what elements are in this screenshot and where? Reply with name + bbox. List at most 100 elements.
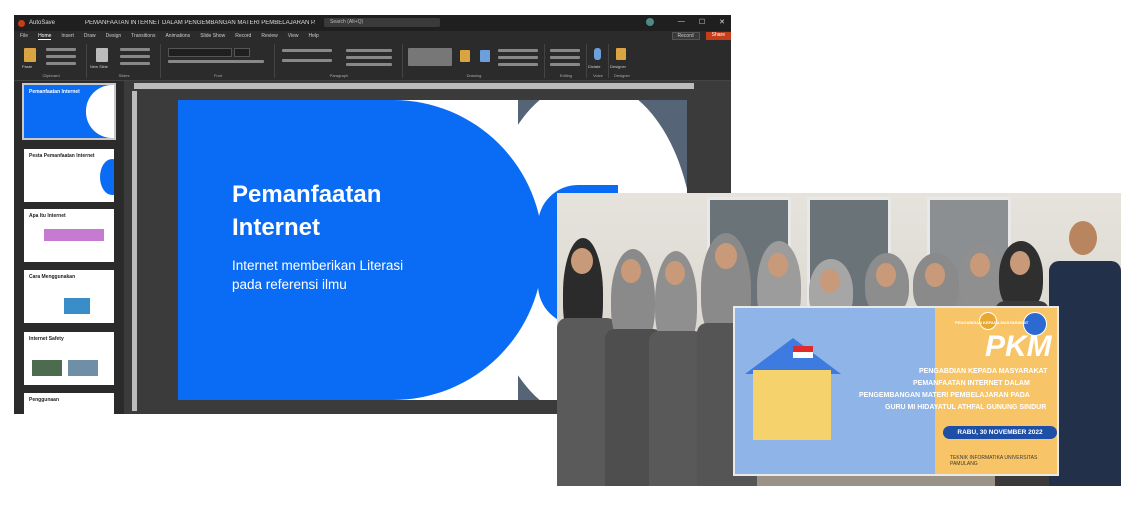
quick-styles-icon[interactable] xyxy=(480,50,490,62)
layout-icon[interactable] xyxy=(120,48,150,51)
slide-subtitle-line: pada referensi ilmu xyxy=(232,277,347,292)
ribbon: Paste Clipboard New Slide Slides Font Pa… xyxy=(14,42,731,81)
slide-thumbnail[interactable]: 5 Internet Safety xyxy=(24,332,114,385)
tab-slide-show[interactable]: Slide Show xyxy=(200,33,225,39)
paste-icon[interactable] xyxy=(24,48,36,62)
tab-insert[interactable]: Insert xyxy=(61,33,74,39)
slide-thumbnail[interactable]: 3 Apa Itu Internet xyxy=(24,209,114,262)
dictate-label[interactable]: Dictate xyxy=(588,64,600,69)
document-title: PEMANFAATAN INTERNET DALAM PENGEMBANGAN … xyxy=(85,20,315,26)
banner-date: RABU, 30 NOVEMBER 2022 xyxy=(943,426,1057,439)
person xyxy=(649,251,704,486)
slide-title-line: Pemanfaatan xyxy=(232,181,382,208)
paste-label[interactable]: Paste xyxy=(22,64,32,69)
title-bar: AutoSave PEMANFAATAN INTERNET DALAM PENG… xyxy=(14,15,731,31)
tab-help[interactable]: Help xyxy=(308,33,318,39)
autosave-label[interactable]: AutoSave xyxy=(29,20,55,26)
find-icon[interactable] xyxy=(550,49,580,52)
slide-thumbnail[interactable]: 1 Pemanfaatan Internet xyxy=(22,83,116,140)
cut-icon[interactable] xyxy=(46,48,76,51)
ribbon-group-font: Font xyxy=(162,44,275,78)
ribbon-group-paragraph: Paragraph xyxy=(276,44,403,78)
record-button[interactable]: Record xyxy=(671,32,700,40)
pkm-banner: PENGABDIAN KEPADA MASYARAKAT PKM PENGABD… xyxy=(733,306,1059,476)
house-illustration xyxy=(753,370,831,440)
tab-design[interactable]: Design xyxy=(106,33,122,39)
slide-thumbnail[interactable]: 6 Penggunaan xyxy=(24,393,114,414)
slide-title[interactable]: Pemanfaatan Internet xyxy=(232,178,482,244)
banner-small-header: PENGABDIAN KEPADA MASYARAKAT xyxy=(955,320,1029,325)
minimize-button[interactable]: — xyxy=(678,18,685,26)
tab-record[interactable]: Record xyxy=(235,33,251,39)
smartart-icon[interactable] xyxy=(346,63,392,66)
align-text-icon[interactable] xyxy=(346,56,392,59)
designer-icon[interactable] xyxy=(616,48,626,60)
ribbon-group-drawing: Drawing xyxy=(404,44,545,78)
ribbon-tabs: File Home Insert Draw Design Transitions… xyxy=(14,31,731,41)
indonesia-flag-icon xyxy=(793,346,813,358)
shapes-gallery-icon[interactable] xyxy=(408,48,452,66)
shape-effects-icon[interactable] xyxy=(498,63,538,66)
slide-thumbnail-title: Penggunaan xyxy=(29,397,60,403)
format-painter-icon[interactable] xyxy=(46,62,76,65)
maximize-button[interactable]: ☐ xyxy=(699,18,705,26)
slide-thumbnail-title: Pesta Pemanfaatan Internet xyxy=(29,153,95,159)
slide-subtitle-line: Internet memberikan Literasi xyxy=(232,258,404,273)
clipboard-group-label: Clipboard xyxy=(42,73,60,78)
list-icons[interactable] xyxy=(282,49,332,52)
tab-draw[interactable]: Draw xyxy=(84,33,96,39)
close-button[interactable]: ✕ xyxy=(719,18,725,26)
new-slide-label[interactable]: New Slide xyxy=(90,64,108,69)
font-format-icons[interactable] xyxy=(168,60,264,63)
text-direction-icon[interactable] xyxy=(346,49,392,52)
ribbon-group-clipboard: Paste Clipboard xyxy=(16,44,87,78)
shape-outline-icon[interactable] xyxy=(498,56,538,59)
drawing-group-label: Drawing xyxy=(466,73,482,78)
slide-thumbnail-title: Pemanfaatan Internet xyxy=(29,89,80,95)
powerpoint-logo-icon xyxy=(18,19,25,27)
new-slide-icon[interactable] xyxy=(96,48,108,62)
section-icon[interactable] xyxy=(120,62,150,65)
font-size-select[interactable] xyxy=(234,48,250,57)
avatar[interactable] xyxy=(646,18,654,26)
designer-label[interactable]: Designer xyxy=(610,64,626,69)
vertical-ruler xyxy=(132,91,137,411)
search-box[interactable]: Search (Alt+Q) xyxy=(324,18,440,27)
shape-fill-icon[interactable] xyxy=(498,49,538,52)
tab-animations[interactable]: Animations xyxy=(165,33,190,39)
tab-review[interactable]: Review xyxy=(261,33,277,39)
replace-icon[interactable] xyxy=(550,56,580,59)
banner-line-1: PENGABDIAN KEPADA MASYARAKAT xyxy=(919,368,1048,375)
slide-blue-shape xyxy=(178,100,543,400)
slide-thumbnail[interactable]: 4 Cara Menggunakan xyxy=(24,270,114,323)
slide-thumbnail-title: Internet Safety xyxy=(29,336,64,342)
tab-transitions[interactable]: Transitions xyxy=(131,33,155,39)
tab-file[interactable]: File xyxy=(20,33,28,39)
arrange-icon[interactable] xyxy=(460,50,470,62)
slide-thumbnail-title: Apa Itu Internet xyxy=(29,213,66,219)
slide-thumbnail-title: Cara Menggunakan xyxy=(29,274,76,280)
font-group-label: Font xyxy=(213,73,222,78)
slides-group-label: Slides xyxy=(118,73,130,78)
slide-thumbnail-pane[interactable]: 1 Pemanfaatan Internet 2 Pesta Pemanfaat… xyxy=(14,81,124,414)
group-photo: PENGABDIAN KEPADA MASYARAKAT PKM PENGABD… xyxy=(557,193,1121,486)
banner-line-4: GURU MI HIDAYATUL ATHFAL GUNUNG SINDUR xyxy=(885,404,1047,411)
ribbon-group-voice: Dictate Voice xyxy=(588,44,609,78)
microphone-icon[interactable] xyxy=(594,48,601,60)
tab-home[interactable]: Home xyxy=(38,33,52,40)
person xyxy=(1049,221,1121,486)
reset-icon[interactable] xyxy=(120,55,150,58)
select-icon[interactable] xyxy=(550,63,580,66)
slide-thumbnail[interactable]: 2 Pesta Pemanfaatan Internet xyxy=(24,149,114,202)
share-button[interactable]: Share xyxy=(705,32,731,40)
slide-subtitle[interactable]: Internet memberikan Literasi pada refere… xyxy=(232,256,472,294)
ribbon-group-designer: Designer Designer xyxy=(610,44,634,78)
banner-pkm-title: PKM xyxy=(985,330,1052,363)
align-icons[interactable] xyxy=(282,59,332,62)
ribbon-group-slides: New Slide Slides xyxy=(88,44,161,78)
banner-line-3: PENGEMBANGAN MATERI PEMBELAJARAN PADA xyxy=(859,392,1030,399)
copy-icon[interactable] xyxy=(46,55,76,58)
horizontal-ruler xyxy=(134,83,694,89)
tab-view[interactable]: View xyxy=(288,33,299,39)
font-name-select[interactable] xyxy=(168,48,232,57)
